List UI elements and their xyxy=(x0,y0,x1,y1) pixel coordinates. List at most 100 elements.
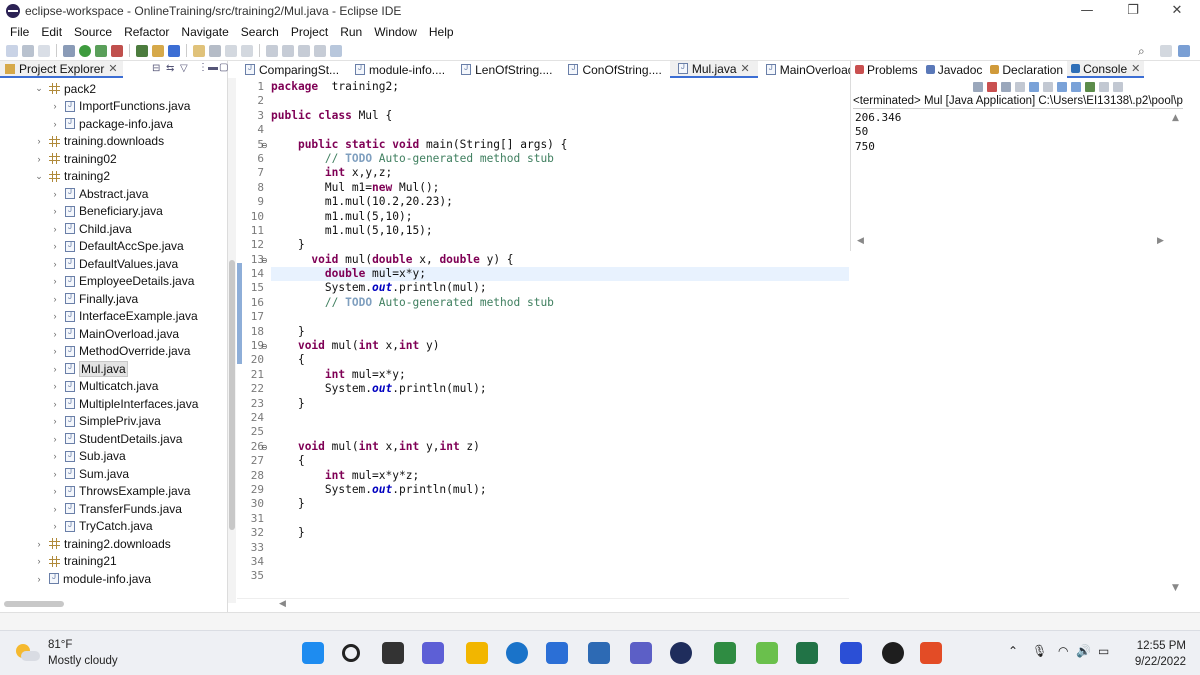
code-line[interactable]: { xyxy=(271,454,849,468)
fold-icon[interactable]: ⊖ xyxy=(261,342,268,351)
code-line[interactable] xyxy=(271,425,849,439)
close-icon[interactable]: ✕ xyxy=(1131,62,1140,75)
code-line[interactable]: System.out.println(mul); xyxy=(271,281,849,295)
chevron-right-icon[interactable]: › xyxy=(50,189,60,199)
chevron-right-icon[interactable]: › xyxy=(50,504,60,514)
right-vertical-scrollbar[interactable]: ▲ ▼ xyxy=(1170,113,1182,613)
code-line[interactable]: } xyxy=(271,325,849,339)
editor-tab[interactable]: module-info.... xyxy=(347,61,453,78)
tab-console[interactable]: Console ✕ xyxy=(1067,61,1145,78)
run-icon[interactable] xyxy=(79,44,91,57)
display-console-icon[interactable] xyxy=(1099,81,1109,92)
new-class-icon[interactable] xyxy=(168,44,180,57)
editor-tab[interactable]: LenOfString.... xyxy=(453,61,560,78)
tree-item[interactable]: › ImportFunctions.java xyxy=(0,98,226,116)
pin-console-icon[interactable] xyxy=(1085,81,1095,92)
maximize-view-icon[interactable]: ▢ xyxy=(219,62,228,73)
close-icon[interactable]: ✕ xyxy=(741,62,750,75)
tree-item[interactable]: › DefaultAccSpe.java xyxy=(0,238,226,256)
chevron-right-icon[interactable]: › xyxy=(50,434,60,444)
code-line[interactable]: void mul(int x,int y) xyxy=(271,339,849,353)
tree-item[interactable]: › TryCatch.java xyxy=(0,518,226,536)
tree-item[interactable]: › MethodOverride.java xyxy=(0,343,226,361)
snipping-tool-icon[interactable] xyxy=(920,642,942,664)
chevron-right-icon[interactable]: › xyxy=(50,119,60,129)
chevron-right-icon[interactable]: › xyxy=(50,311,60,321)
code-line[interactable]: int mul=x*y*z; xyxy=(271,469,849,483)
explorer-vertical-scrollbar[interactable] xyxy=(228,78,236,603)
tree-item[interactable]: › training2.downloads xyxy=(0,535,226,553)
code-line[interactable] xyxy=(271,94,849,108)
excel-icon[interactable] xyxy=(796,642,818,664)
github-icon[interactable] xyxy=(882,642,904,664)
menu-file[interactable]: File xyxy=(4,25,35,39)
battery-icon[interactable]: ▭ xyxy=(1098,644,1109,658)
code-line[interactable]: System.out.println(mul); xyxy=(271,483,849,497)
tab-project-explorer[interactable]: Project Explorer ✕ xyxy=(0,61,123,78)
code-line[interactable]: } xyxy=(271,526,849,540)
wifi-icon[interactable]: ◠ xyxy=(1058,644,1068,658)
new-icon[interactable] xyxy=(6,44,18,57)
code-line[interactable]: // TODO Auto-generated method stub xyxy=(271,152,849,166)
tree-item[interactable]: › MultipleInterfaces.java xyxy=(0,395,226,413)
external-tools-icon[interactable] xyxy=(111,44,123,57)
explorer-horizontal-scrollbar[interactable] xyxy=(0,598,228,610)
search-icon[interactable]: ⌕ xyxy=(1138,44,1145,59)
remove-all-icon[interactable] xyxy=(1001,81,1011,92)
chevron-right-icon[interactable]: › xyxy=(34,539,44,549)
code-line[interactable] xyxy=(271,569,849,583)
chevron-right-icon[interactable]: › xyxy=(50,416,60,426)
collapse-all-icon[interactable]: ⊟ xyxy=(152,63,160,74)
menu-navigate[interactable]: Navigate xyxy=(175,25,234,39)
chevron-right-icon[interactable]: › xyxy=(50,101,60,111)
code-line[interactable] xyxy=(271,555,849,569)
code-line[interactable]: } xyxy=(271,238,849,252)
start-icon[interactable] xyxy=(302,642,324,664)
scroll-left-icon[interactable]: ◀ xyxy=(857,236,864,246)
teams-chat-icon[interactable] xyxy=(422,642,444,664)
fold-icon[interactable]: ⊖ xyxy=(261,443,268,452)
chevron-right-icon[interactable]: › xyxy=(34,154,44,164)
clear-console-icon[interactable] xyxy=(1015,81,1025,92)
tree-item[interactable]: › Child.java xyxy=(0,220,226,238)
code-line[interactable]: void mul(int x,int y,int z) xyxy=(271,440,849,454)
tree-item[interactable]: › DefaultValues.java xyxy=(0,255,226,273)
console-horizontal-scrollbar[interactable]: ◀ ▶ xyxy=(851,236,1173,248)
link-editor-icon[interactable]: ⇆ xyxy=(166,63,174,74)
terminate-icon[interactable] xyxy=(973,81,983,92)
scroll-lock-icon[interactable] xyxy=(1029,81,1039,92)
close-icon[interactable]: ✕ xyxy=(108,62,117,75)
previous-annotation-icon[interactable] xyxy=(282,44,294,57)
chevron-right-icon[interactable]: › xyxy=(34,574,44,584)
code-line[interactable]: Mul m1=new Mul(); xyxy=(271,181,849,195)
new-package-icon[interactable] xyxy=(152,44,164,57)
show-console-icon[interactable] xyxy=(1057,81,1067,92)
whitespace-icon[interactable] xyxy=(241,44,253,57)
chevron-right-icon[interactable]: › xyxy=(50,241,60,251)
task-view-icon[interactable] xyxy=(382,642,404,664)
tree-item[interactable]: › Mul.java xyxy=(0,360,226,378)
chevron-right-icon[interactable]: › xyxy=(50,399,60,409)
code-line[interactable]: package training2; xyxy=(271,80,849,94)
code-line[interactable]: int x,y,z; xyxy=(271,166,849,180)
tree-item[interactable]: › training02 xyxy=(0,150,226,168)
tree-item[interactable]: › module-info.java xyxy=(0,570,226,588)
fold-icon[interactable]: ⊖ xyxy=(261,256,268,265)
search-toolbar-icon[interactable] xyxy=(209,44,221,57)
code-line[interactable]: double mul=x*y; xyxy=(271,267,849,282)
eclipse-icon[interactable] xyxy=(630,642,652,664)
save-all-icon[interactable] xyxy=(38,44,50,57)
code-line[interactable] xyxy=(271,541,849,555)
editor-tab[interactable]: ConOfString.... xyxy=(560,61,669,78)
tree-item[interactable]: › StudentDetails.java xyxy=(0,430,226,448)
chevron-right-icon[interactable]: › xyxy=(50,469,60,479)
restore-button[interactable]: ❐ xyxy=(1110,0,1156,22)
code-line[interactable] xyxy=(271,512,849,526)
weather-widget[interactable]: 81°F Mostly cloudy xyxy=(14,637,118,669)
speaker-icon[interactable]: 🔊 xyxy=(1076,644,1091,658)
tree-item[interactable]: › ThrowsExample.java xyxy=(0,483,226,501)
back-icon[interactable] xyxy=(298,44,310,57)
code-line[interactable]: public static void main(String[] args) { xyxy=(271,138,849,152)
save-icon[interactable] xyxy=(22,44,34,57)
tree-item[interactable]: › Sum.java xyxy=(0,465,226,483)
